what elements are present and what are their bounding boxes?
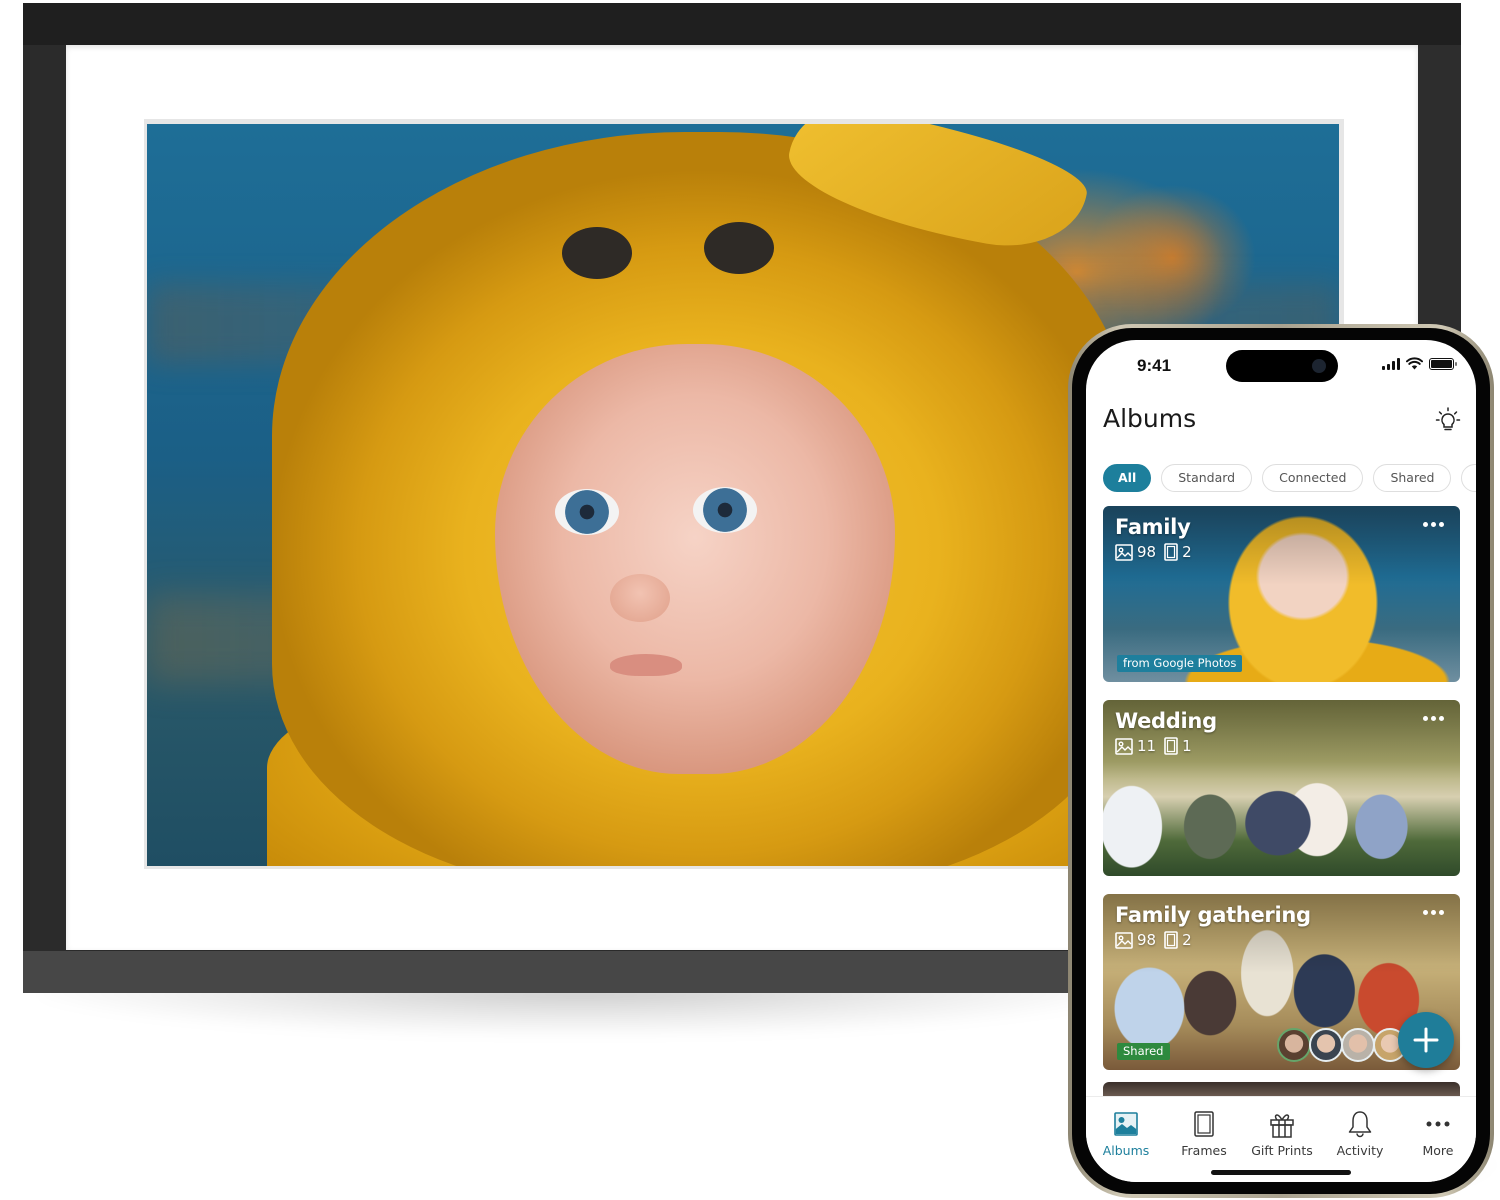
battery-icon [1429,357,1457,370]
photos-icon [1115,737,1133,755]
tab-label: More [1422,1143,1454,1158]
photo-count: 11 [1137,737,1157,755]
tab-label: Frames [1181,1143,1227,1158]
frame-count: 2 [1182,931,1192,949]
frame-count: 1 [1182,737,1192,755]
add-album-button[interactable] [1398,1012,1454,1068]
filter-chip-events[interactable]: Ev [1461,464,1476,492]
phone-screen: 9:41 Albums All Standard Connected Share… [1086,340,1476,1182]
source-badge: from Google Photos [1117,655,1243,672]
filter-chip-shared[interactable]: Shared [1373,464,1452,492]
filter-chip-all[interactable]: All [1103,464,1152,492]
frame-icon [1194,1111,1214,1137]
frame-icon [1164,931,1178,949]
tab-activity[interactable]: Activity [1321,1109,1399,1158]
album-name: Family [1115,515,1191,539]
tab-label: Gift Prints [1251,1143,1313,1158]
album-name: Family gathering [1115,903,1311,927]
baby-eye-right [693,487,757,533]
page-title: Albums [1103,404,1197,433]
tab-more[interactable]: More [1399,1109,1476,1158]
frame-bevel-left [23,3,66,993]
baby-nose [610,574,670,622]
album-meta: 11 1 [1115,737,1192,755]
battery-level [1431,359,1452,368]
photo-count: 98 [1137,543,1157,561]
home-indicator[interactable] [1211,1170,1351,1175]
album-meta: 98 2 [1115,543,1192,561]
hood-eye-right [704,222,774,274]
filter-chip-standard[interactable]: Standard [1161,464,1253,492]
frame-bevel-top [23,3,1461,45]
dynamic-island [1226,350,1338,382]
shared-badge: Shared [1117,1043,1170,1060]
frame-icon [1164,543,1178,561]
status-time: 9:41 [1137,356,1172,375]
hood-eye-left [562,227,632,279]
album-more-button[interactable] [1419,712,1448,725]
tab-label: Albums [1102,1143,1150,1158]
member-avatar [1277,1028,1311,1062]
album-card-family[interactable]: Family 98 2 from Google Photos [1103,506,1460,682]
tab-frames[interactable]: Frames [1165,1109,1243,1158]
tab-gift-prints[interactable]: Gift Prints [1243,1109,1321,1158]
plus-icon [1413,1027,1439,1053]
filter-chip-connected[interactable]: Connected [1262,464,1364,492]
more-icon [1426,1121,1450,1127]
photo-baby-face [495,344,895,774]
baby-mouth [610,654,682,676]
member-avatar [1309,1028,1343,1062]
photos-icon [1115,931,1133,949]
gift-icon [1270,1114,1294,1138]
member-avatar [1341,1028,1375,1062]
tab-label: Activity [1336,1143,1384,1158]
frame-icon [1164,737,1178,755]
tab-albums[interactable]: Albums [1087,1109,1165,1158]
photos-icon [1115,543,1133,561]
album-card-wedding[interactable]: Wedding 11 1 [1103,700,1460,876]
album-more-button[interactable] [1419,518,1448,531]
status-icons [1382,357,1457,370]
album-name: Wedding [1115,709,1217,733]
photo-count: 98 [1137,931,1157,949]
frame-count: 2 [1182,543,1192,561]
shared-members[interactable] [1277,1028,1407,1062]
status-bar: 9:41 [1086,340,1476,392]
wifi-icon [1406,357,1423,370]
baby-eye-left [555,489,619,535]
album-card-next[interactable] [1103,1082,1460,1096]
albums-icon [1114,1112,1138,1136]
front-camera [1312,359,1326,373]
album-more-button[interactable] [1419,906,1448,919]
cellular-signal-icon [1382,357,1400,370]
bell-icon [1348,1111,1372,1138]
album-filter-chips: All Standard Connected Shared Ev [1103,464,1476,492]
lightbulb-icon[interactable] [1434,406,1462,434]
album-meta: 98 2 [1115,931,1192,949]
